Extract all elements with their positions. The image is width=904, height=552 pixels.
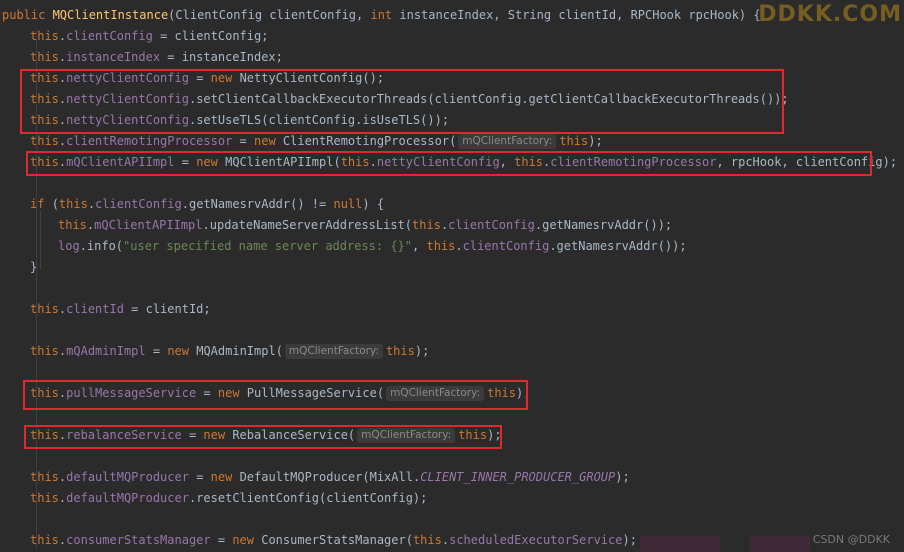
token-text: ); bbox=[622, 533, 637, 547]
token-text: ( bbox=[51, 197, 59, 211]
token-field: instanceIndex bbox=[66, 50, 161, 64]
token-text: .updateNameServerAddressList( bbox=[202, 218, 413, 232]
highlight-box-rebalance-service bbox=[24, 425, 502, 449]
token-this: this bbox=[58, 197, 88, 211]
token-field: clientConfig bbox=[66, 29, 153, 43]
watermark-logo: DDKK.COM bbox=[758, 2, 902, 27]
token-text: ); bbox=[615, 470, 630, 484]
code-line-constructor-signature[interactable]: public MQClientInstance(ClientConfig cli… bbox=[2, 5, 761, 26]
token-this: this bbox=[30, 50, 59, 64]
token-this: this bbox=[412, 218, 441, 232]
token-text: ConsumerStatsManager( bbox=[261, 533, 413, 547]
code-line[interactable]: this.defaultMQProducer = new DefaultMQPr… bbox=[30, 467, 630, 488]
token-this: this bbox=[30, 533, 59, 547]
token-string: "user specified name server address: {}" bbox=[123, 239, 413, 253]
token-text: = bbox=[145, 344, 168, 358]
watermark-credit: CSDN @DDKK bbox=[812, 533, 890, 546]
token-text: = bbox=[232, 134, 254, 148]
code-editor[interactable]: public MQClientInstance(ClientConfig cli… bbox=[0, 0, 904, 552]
code-line[interactable]: this.clientRemotingProcessor = new Clien… bbox=[30, 131, 603, 152]
token-text: .info( bbox=[79, 239, 124, 253]
code-line[interactable]: this.clientConfig = clientConfig; bbox=[30, 26, 268, 47]
token-field: clientId bbox=[66, 302, 124, 316]
token-this: this bbox=[426, 239, 456, 253]
token-keyword: new bbox=[232, 533, 262, 547]
token-this: this bbox=[30, 134, 59, 148]
token-field: consumerStatsManager bbox=[66, 533, 211, 547]
watermark-blot bbox=[640, 536, 720, 552]
token-this: this bbox=[30, 302, 59, 316]
token-text: (ClientConfig clientConfig, bbox=[168, 8, 371, 22]
code-line[interactable]: } bbox=[30, 257, 37, 278]
token-field: clientConfig bbox=[462, 239, 550, 253]
token-text: = instanceIndex; bbox=[160, 50, 283, 64]
token-text: DefaultMQProducer(MixAll. bbox=[239, 470, 421, 484]
token-this: this bbox=[385, 344, 415, 358]
token-field: mQAdminImpl bbox=[66, 344, 146, 358]
token-text: ); bbox=[414, 344, 430, 358]
token-field: clientConfig bbox=[448, 218, 535, 232]
indent-guide bbox=[40, 210, 41, 270]
code-line[interactable]: this.consumerStatsManager = new Consumer… bbox=[30, 530, 637, 551]
token-field: mQClientAPIImpl bbox=[94, 218, 203, 232]
token-text: } bbox=[30, 260, 38, 274]
token-field: clientConfig bbox=[95, 197, 182, 211]
token-text: .getNamesrvAddr()); bbox=[549, 239, 687, 253]
token-this: this bbox=[412, 533, 442, 547]
token-field: scheduledExecutorService bbox=[449, 533, 623, 547]
token-text: ClientRemotingProcessor( bbox=[282, 134, 457, 148]
token-text: .getNamesrvAddr()); bbox=[534, 218, 673, 232]
parameter-hint: mQClientFactory: bbox=[284, 344, 383, 359]
highlight-box-pull-service bbox=[23, 380, 528, 410]
code-line[interactable]: this.clientId = clientId; bbox=[30, 299, 211, 320]
token-text: = clientConfig; bbox=[152, 29, 269, 43]
code-line[interactable]: if (this.clientConfig.getNamesrvAddr() !… bbox=[30, 194, 384, 215]
token-this: this bbox=[58, 218, 87, 232]
token-text: = bbox=[210, 533, 233, 547]
code-line[interactable]: this.instanceIndex = instanceIndex; bbox=[30, 47, 283, 68]
token-keyword: new bbox=[167, 344, 197, 358]
highlight-box-api-impl bbox=[26, 151, 872, 176]
highlight-box-netty-config bbox=[20, 69, 784, 134]
token-text: instanceIndex, String clientId, RPCHook … bbox=[399, 8, 761, 22]
token-keyword: new bbox=[210, 470, 240, 484]
token-this: this bbox=[559, 134, 589, 148]
token-text: .resetClientConfig(clientConfig); bbox=[188, 491, 428, 505]
token-constant: CLIENT_INNER_PRODUCER_GROUP bbox=[420, 470, 616, 484]
token-text: .getNamesrvAddr() != bbox=[181, 197, 334, 211]
token-field: log bbox=[58, 239, 80, 253]
code-line[interactable]: this.defaultMQProducer.resetClientConfig… bbox=[30, 488, 427, 509]
token-keyword: new bbox=[254, 134, 283, 148]
token-method-name: MQClientInstance bbox=[52, 8, 169, 22]
token-text: MQAdminImpl( bbox=[196, 344, 283, 358]
token-this: this bbox=[30, 491, 59, 505]
code-line[interactable]: this.mQAdminImpl = new MQAdminImpl(mQCli… bbox=[30, 341, 429, 362]
token-this: this bbox=[30, 470, 59, 484]
token-text: = bbox=[188, 470, 211, 484]
token-field: clientRemotingProcessor bbox=[66, 134, 233, 148]
token-field: defaultMQProducer bbox=[66, 470, 189, 484]
token-keyword: null bbox=[333, 197, 363, 211]
token-text: ); bbox=[588, 134, 603, 148]
parameter-hint: mQClientFactory: bbox=[458, 134, 557, 149]
token-this: this bbox=[30, 29, 59, 43]
token-this: this bbox=[30, 344, 59, 358]
token-keyword: int bbox=[370, 8, 400, 22]
token-text: ) { bbox=[362, 197, 385, 211]
token-keyword: public bbox=[2, 8, 53, 22]
token-text: = clientId; bbox=[123, 302, 211, 316]
token-keyword: if bbox=[30, 197, 52, 211]
code-line[interactable]: this.mQClientAPIImpl.updateNameServerAdd… bbox=[58, 215, 672, 236]
token-field: defaultMQProducer bbox=[66, 491, 189, 505]
code-line[interactable]: log.info("user specified name server add… bbox=[58, 236, 687, 257]
token-text: , bbox=[412, 239, 427, 253]
watermark-blot bbox=[750, 536, 810, 552]
